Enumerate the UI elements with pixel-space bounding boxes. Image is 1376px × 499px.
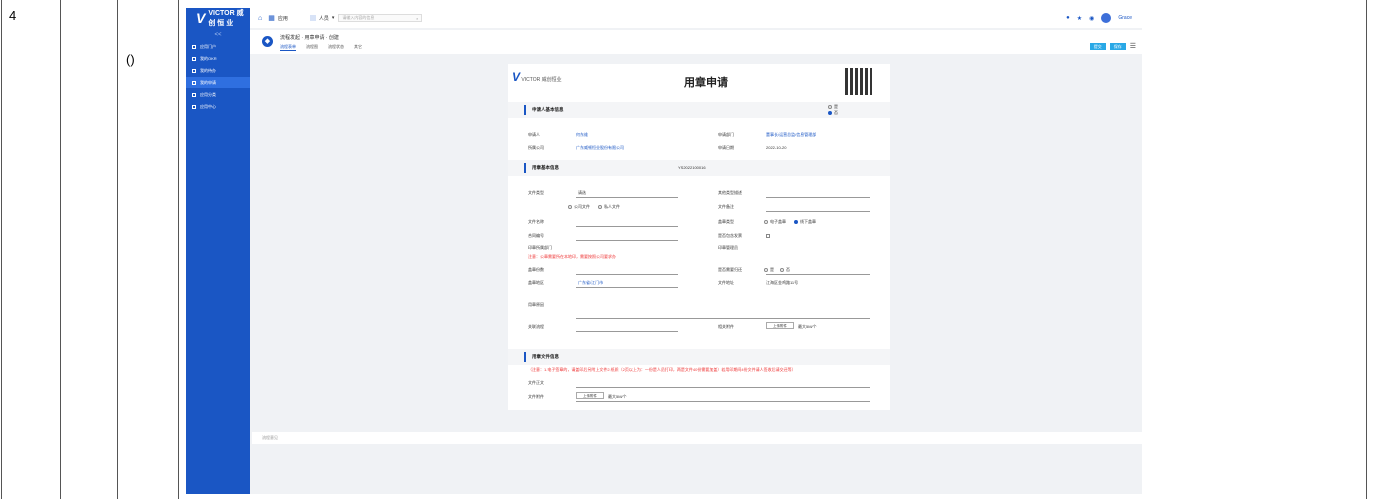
tab-form[interactable]: 流程表单 [280,44,296,51]
sidebar-item-okr[interactable]: 我的OKR [186,53,250,64]
globe-icon[interactable]: ◉ [1089,15,1094,22]
contract-label: 合同编号 [528,233,544,238]
file-upload-button[interactable]: 上传附件 [576,392,604,399]
submit-button[interactable]: 提交 [1089,42,1106,50]
seal-number: YS2022100016 [678,165,706,170]
upload-button[interactable]: 上传附件 [766,322,794,329]
sidebar: V VICTOR 威 创 恒 业 << 应用门户 我的OKR 我的待办 我的申请 … [186,8,250,494]
seal-type-offline[interactable]: 线下盖章 [794,219,816,225]
table-border [60,0,61,499]
option-no[interactable]: 否 [828,110,838,116]
form-logo: V VICTOR 威创恒业 [512,70,562,84]
table-border [1366,0,1367,499]
doc-icon [192,80,196,85]
dept-label: 申请部门 [718,132,734,137]
logo: V VICTOR 威 创 恒 业 [196,10,244,27]
file-type-company[interactable]: 公司文件 [568,204,590,210]
company-label: 所属公司 [528,145,544,150]
page-title: 流程发起 · 用章申请 · 创建 [280,35,339,41]
form-header: V VICTOR 威创恒业 用章申请 [508,64,890,98]
applicant-value: 何东维 [576,132,588,137]
return-no[interactable]: 否 [780,267,790,273]
seal-dept-label: 印章所属部门 [528,245,552,250]
table-border [117,0,118,499]
user-name[interactable]: Grace [1118,15,1132,21]
return-yes[interactable]: 是 [764,267,774,273]
doc-icon [192,56,196,61]
app-window: V VICTOR 威 创 恒 业 << 应用门户 我的OKR 我的待办 我的申请 … [186,8,1142,494]
sidebar-item-category[interactable]: 应用分类 [186,89,250,100]
star-icon[interactable]: ★ [1077,15,1082,22]
grid-icon[interactable]: ▦ [268,14,275,22]
save-button[interactable]: 保存 [1109,42,1126,50]
attach-label: 相关附件 [718,324,734,329]
invoice-checkbox[interactable] [766,233,770,238]
file-type-private[interactable]: 私人文件 [598,204,620,210]
tab-flowchart[interactable]: 流程图 [306,44,318,51]
bell-icon[interactable]: ● [1066,15,1070,21]
related-label: 关联流程 [528,324,544,329]
address-value: 江海区金鸡路11号 [766,280,799,285]
applicant-label: 申请人 [528,132,540,137]
region-value[interactable]: 广东省/江门市 [578,280,603,286]
seal-form: V VICTOR 威创恒业 用章申请 申请人基本信息 是 否 申请人 何东维 申… [508,64,890,410]
doc-icon [192,44,196,49]
process-icon: ◆ [262,36,273,47]
dept-value: 董事长/运营总监/信息管理部 [766,132,817,137]
file-type-select[interactable]: 请选 [578,190,586,196]
file-attach-label: 文件附件 [528,394,544,399]
sidebar-item-center[interactable]: 应用中心 [186,101,250,112]
form-title: 用章申请 [684,77,728,89]
region-label: 盖章地区 [528,280,544,285]
paren-text: () [126,52,135,67]
return-label: 是否需要归还 [718,267,742,272]
invoice-flag-label: 是否包含发票 [718,233,742,238]
date-label: 申请日期 [718,145,734,150]
reason-label: 用章原因 [528,302,544,307]
doc-icon [192,68,196,73]
upload-limit: 最大5M/个 [798,324,817,329]
seal-manager-label: 印章管理员 [718,245,738,250]
other-desc-label: 其他类型描述 [718,190,742,195]
tab-status[interactable]: 流程状态 [328,44,344,51]
top-bar: ⌂ ▦ 应用 人员 ▾ 请输入内容的信息 ⌕ ● ★ ◉ Grace [250,8,1142,28]
seal-type-label: 盖章类型 [718,219,734,224]
file-name-label: 文件名称 [528,219,544,224]
search-input[interactable]: 请输入内容的信息 ⌕ [338,14,423,22]
file-warning: （注意：1.电子签章的，请盖印后另附上文件2.纸质（2页以上为：一份是人员打印，… [528,367,796,372]
collapse-icon[interactable]: << [186,32,250,38]
home-icon[interactable]: ⌂ [258,15,262,22]
search-icon: ⌕ [416,15,419,21]
sidebar-item-apply[interactable]: 我的申请 [186,77,250,88]
file-note-label: 文件备注 [718,204,734,209]
date-value: 2022-10-20 [766,145,787,150]
table-border [178,0,179,499]
file-type-label: 文件类型 [528,190,544,195]
menu-icon[interactable]: ☰ [1130,42,1136,50]
person-icon [309,15,316,21]
person-select[interactable]: 人员 ▾ [309,15,334,22]
seal-warning: 注意：公章需要所在本地印，需要按照公司要求办 [528,254,616,259]
doc-icon [192,92,196,97]
app-label[interactable]: 应用 [278,15,288,22]
section-file: 用章文件信息 [508,349,890,365]
avatar[interactable] [1101,13,1112,23]
tab-other[interactable]: 其它 [354,44,362,51]
breadcrumb: ◆ 流程发起 · 用章申请 · 创建 流程表单 流程图 流程状态 其它 提交 保… [250,30,1142,54]
table-border [1,0,2,499]
doc-icon [192,104,196,109]
file-upload-limit: 最大5M/个 [608,394,627,399]
process-note: 流程意见 [252,432,1142,444]
company-value: 广东威顿恒业股份有限公司 [576,145,624,150]
sidebar-item-portal[interactable]: 应用门户 [186,41,250,52]
qr-code [845,68,872,95]
seal-type-electronic[interactable]: 电子盖章 [764,219,786,225]
sidebar-item-todo[interactable]: 我的待办 [186,65,250,76]
address-label: 文件地址 [718,280,734,285]
file-body-label: 文件正文 [528,380,544,385]
row-number: 4 [9,8,17,23]
seal-count-label: 盖章份数 [528,267,544,272]
